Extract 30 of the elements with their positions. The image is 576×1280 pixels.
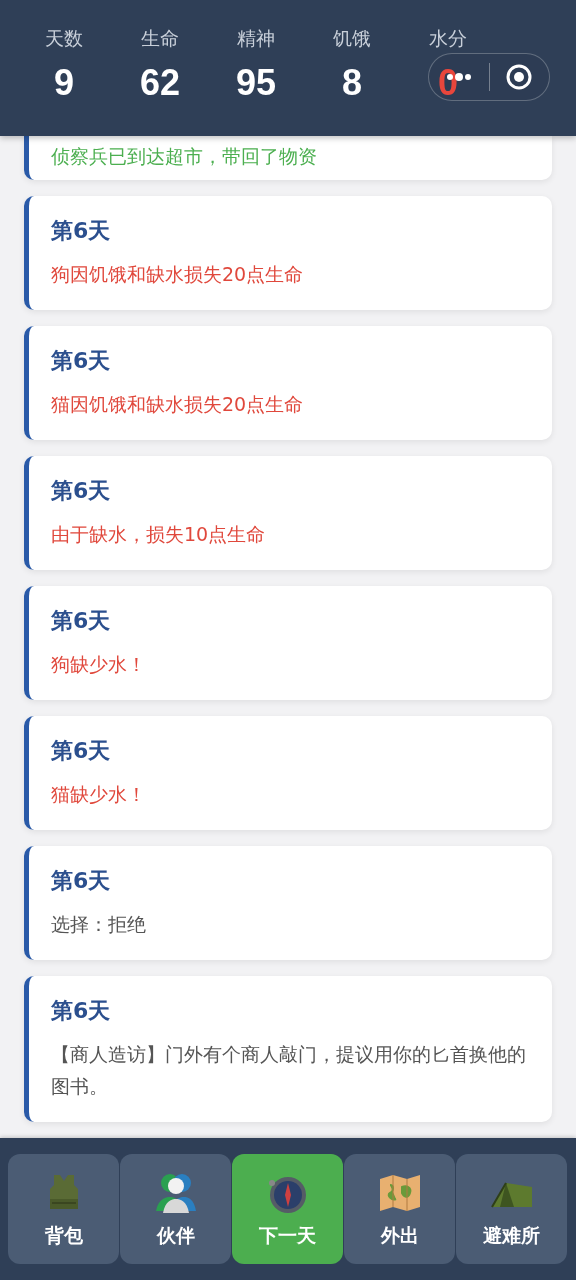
nav-tab[interactable]: 避难所 xyxy=(456,1154,567,1264)
day-title: 第6天 xyxy=(51,867,112,895)
log-message: 侦察兵已到达超市，带回了物资 xyxy=(51,144,318,169)
stat-value: 8 xyxy=(342,62,362,104)
day-title: 第6天 xyxy=(51,347,112,375)
log-message: 选择：拒绝 xyxy=(51,912,147,937)
stat-label: 饥饿 xyxy=(333,26,371,51)
log-message: 猫因饥饿和缺水损失20点生命 xyxy=(51,392,305,417)
nav-tab[interactable]: 外出 xyxy=(344,1154,455,1264)
day-title: 第6天 xyxy=(51,737,112,765)
stat-value: 62 xyxy=(139,62,180,104)
log-message: 狗缺少水！ xyxy=(51,652,147,677)
day-title: 第6天 xyxy=(51,997,112,1025)
day-title: 第6天 xyxy=(51,477,112,505)
nav-tab[interactable]: 背包 xyxy=(8,1154,119,1264)
day-title: 第6天 xyxy=(51,217,112,245)
target-icon xyxy=(505,63,534,91)
stat-label: 水分 xyxy=(429,26,467,51)
stat-value: 0 xyxy=(438,62,458,104)
log-message: 猫缺少水！ xyxy=(51,782,147,807)
log-message: 狗因饥饿和缺水损失20点生命 xyxy=(51,262,305,287)
nav-tab[interactable]: 伙伴 xyxy=(120,1154,231,1264)
day-title: 第6天 xyxy=(51,607,112,635)
stat-label: 天数 xyxy=(45,26,83,51)
stat-value: 95 xyxy=(235,62,276,104)
log-message: 由于缺水，损失10点生命 xyxy=(51,522,267,547)
stat-label: 生命 xyxy=(141,26,179,51)
stat-label: 精神 xyxy=(237,26,275,51)
log-message: 【商人造访】门外有个商人敲门，提议用你的匕首换他的图书。 xyxy=(51,1042,527,1099)
stat-value: 9 xyxy=(54,62,74,104)
